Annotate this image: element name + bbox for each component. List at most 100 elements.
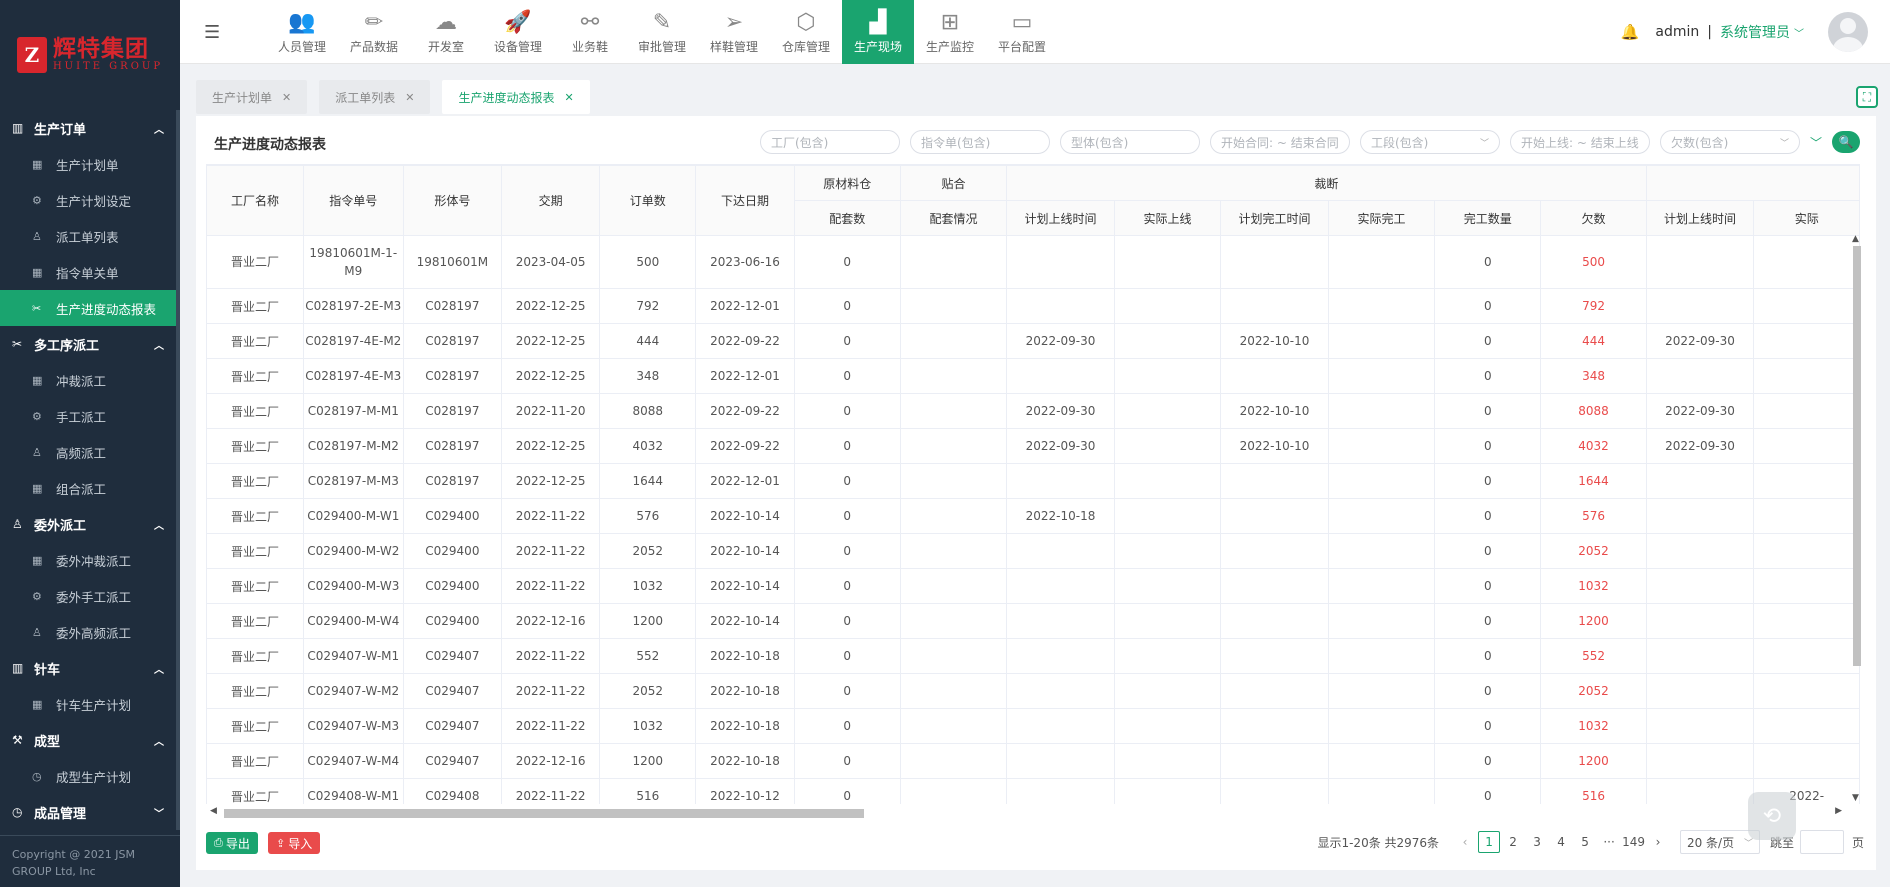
nav-item[interactable]: ⚯ 业务鞋 (554, 0, 626, 64)
nav-item[interactable]: ⬡ 仓库管理 (770, 0, 842, 64)
page-number[interactable]: 4 (1550, 831, 1572, 853)
page-number[interactable]: 149 (1622, 831, 1645, 853)
table-row[interactable]: 晋业二厂 C028197-M-M1 C028197 2022-11-20 8088 202… (206, 393, 1860, 429)
contract-date-range[interactable]: 开始合同: ~ 结束合同 (1209, 130, 1350, 154)
menu-item[interactable]: ▦ 指令单关单 (0, 254, 176, 290)
page-number[interactable]: 5 (1574, 831, 1596, 853)
page-number[interactable]: 3 (1526, 831, 1548, 853)
fullscreen-icon[interactable]: ⛶ (1856, 86, 1878, 108)
table-row[interactable]: 晋业二厂 C029400-M-W4 C029400 2022-12-16 1200 202… (206, 603, 1860, 639)
table-cell: 0 (793, 778, 901, 804)
page-tab[interactable]: 生产进度动态报表 ✕ (442, 80, 590, 114)
header-group-next (1645, 165, 1860, 201)
owed-filter-select[interactable]: 欠数(包含) ﹀ (1659, 130, 1800, 154)
menu-group[interactable]: ◷ 成品管理 ﹀ (0, 794, 176, 830)
menu-toggle-icon[interactable]: ☰ (204, 22, 220, 43)
menu-item[interactable]: ♙ 派工单列表 (0, 218, 176, 254)
export-button[interactable]: ⎙ 导出 (206, 832, 258, 854)
nav-item[interactable]: 🚀 设备管理 (482, 0, 554, 64)
menu-group[interactable]: ▥ 针车 ︿ (0, 650, 176, 686)
table-row[interactable]: 晋业二厂 C028197-M-M2 C028197 2022-12-25 4032 202… (206, 428, 1860, 464)
menu-item[interactable]: ⚙ 委外手工派工 (0, 578, 176, 614)
table-row[interactable]: 晋业二厂 C028197-2E-M3 C028197 2022-12-25 792 202… (206, 288, 1860, 324)
menu-item[interactable]: ✂ 生产进度动态报表 (0, 290, 176, 326)
nav-item[interactable]: ☁ 开发室 (410, 0, 482, 64)
shape-filter-input[interactable]: 型体(包含) (1059, 130, 1200, 154)
bell-icon[interactable]: 🔔 (1621, 23, 1640, 41)
horizontal-scrollbar[interactable]: ◀ ▶ (206, 806, 1846, 820)
chevron-down-icon[interactable]: ﹀ (1794, 25, 1804, 40)
scissors-icon: ✂ (32, 301, 42, 315)
role-dropdown[interactable]: 系统管理员 (1720, 22, 1790, 42)
table-row[interactable]: 晋业二厂 C029400-M-W1 C029400 2022-11-22 576 2022… (206, 498, 1860, 534)
menu-item[interactable]: ⚙ 手工派工 (0, 398, 176, 434)
table-row[interactable]: 晋业二厂 C029407-W-M2 C029407 2022-11-22 2052 202… (206, 673, 1860, 709)
clock-icon: ◷ (12, 805, 23, 819)
menu-item-label: 生产计划设定 (56, 193, 132, 209)
scroll-up-icon: ▲ (1852, 234, 1859, 244)
online-date-range[interactable]: 开始上线: ~ 结束上线 (1509, 130, 1650, 154)
page-number[interactable]: 1 (1478, 831, 1501, 853)
page-number[interactable]: 2 (1502, 831, 1524, 853)
avatar[interactable] (1828, 12, 1868, 52)
nav-item[interactable]: ➢ 样鞋管理 (698, 0, 770, 64)
section-filter-select[interactable]: 工段(包含) ﹀ (1359, 130, 1500, 154)
order-filter-input[interactable]: 指令单(包含) (909, 130, 1050, 154)
table-cell: 晋业二厂 (206, 708, 304, 744)
nav-item[interactable]: ✏ 产品数据 (338, 0, 410, 64)
table-cell (1327, 568, 1436, 604)
table-cell (1753, 323, 1860, 359)
menu-group-label: 委外派工 (34, 518, 87, 534)
page-ellipsis[interactable]: ··· (1598, 831, 1620, 853)
table-cell: C029407-W-M1 (302, 638, 404, 674)
menu-item[interactable]: ◷ 成型生产计划 (0, 758, 176, 794)
nav-item[interactable]: ⊞ 生产监控 (914, 0, 986, 64)
table-row[interactable]: 晋业二厂 C029407-W-M3 C029407 2022-11-22 1032 202… (206, 708, 1860, 744)
sidebar-scrollbar[interactable] (176, 110, 180, 830)
table-row[interactable]: 晋业二厂 C029408-W-M1 C029408 2022-11-22 516 2022… (206, 778, 1860, 804)
page-tab[interactable]: 派工单列表 ✕ (319, 80, 431, 114)
nav-item[interactable]: 👥 人员管理 (266, 0, 338, 64)
menu-group[interactable]: ♙ 委外派工 ︿ (0, 506, 176, 542)
menu-item[interactable]: ▦ 委外冲裁派工 (0, 542, 176, 578)
table-cell: 0 (793, 323, 901, 359)
import-button[interactable]: ⇪ 导入 (268, 832, 321, 854)
nav-item[interactable]: ▭ 平台配置 (986, 0, 1058, 64)
menu-item[interactable]: ⚙ 生产计划设定 (0, 182, 176, 218)
table-cell: C029408 (402, 778, 503, 804)
menu-group[interactable]: ✂ 多工序派工 ︿ (0, 326, 176, 362)
table-cell (1113, 358, 1222, 394)
table-row[interactable]: 晋业二厂 C029407-W-M1 C029407 2022-11-22 552 2022… (206, 638, 1860, 674)
table-row[interactable]: 晋业二厂 C029407-W-M4 C029407 2022-12-16 1200 202… (206, 743, 1860, 779)
expand-filters-icon[interactable]: ﹀ (1810, 134, 1822, 151)
next-page-icon[interactable]: › (1647, 831, 1669, 853)
menu-item[interactable]: ▦ 针车生产计划 (0, 686, 176, 722)
menu-item[interactable]: ♙ 委外高频派工 (0, 614, 176, 650)
calendar-icon: ▦ (32, 265, 43, 279)
table-row[interactable]: 晋业二厂 C029400-M-W2 C029400 2022-11-22 2052 202… (206, 533, 1860, 569)
prev-page-icon[interactable]: ‹ (1454, 831, 1476, 853)
menu-item[interactable]: ▦ 生产计划单 (0, 146, 176, 182)
nav-item[interactable]: ▟ 生产现场 (842, 0, 914, 64)
vertical-scrollbar[interactable]: ▲ ▼ (1850, 234, 1864, 803)
menu-item[interactable]: ▦ 冲裁派工 (0, 362, 176, 398)
table-row[interactable]: 晋业二厂 19810601M-1-M9 19810601M 2023-04-05 500… (206, 235, 1860, 289)
menu-item[interactable]: ♙ 高频派工 (0, 434, 176, 470)
menu-group[interactable]: ▥ 生产订单 ︿ (0, 110, 176, 146)
goto-page-input[interactable] (1799, 830, 1844, 854)
table-row[interactable]: 晋业二厂 C028197-4E-M2 C028197 2022-12-25 444 202… (206, 323, 1860, 359)
menu-item-label: 组合派工 (56, 481, 107, 497)
table-row[interactable]: 晋业二厂 C029400-M-W3 C029400 2022-11-22 1032 202… (206, 568, 1860, 604)
table-row[interactable]: 晋业二厂 C028197-4E-M3 C028197 2022-12-25 348 202… (206, 358, 1860, 394)
search-button[interactable]: 🔍 (1832, 131, 1860, 153)
menu-item[interactable]: ▦ 组合派工 (0, 470, 176, 506)
close-icon[interactable]: ✕ (564, 91, 573, 104)
table-row[interactable]: 晋业二厂 C028197-M-M3 C028197 2022-12-25 1644 202… (206, 463, 1860, 499)
nav-item[interactable]: ✎ 审批管理 (626, 0, 698, 64)
menu-group[interactable]: ⚒ 成型 ︿ (0, 722, 176, 758)
page-tab[interactable]: 生产计划单 ✕ (196, 80, 308, 114)
close-icon[interactable]: ✕ (405, 91, 414, 104)
factory-filter-input[interactable]: 工厂(包含) (759, 130, 900, 154)
table-cell: C029407-W-M4 (302, 743, 404, 779)
close-icon[interactable]: ✕ (282, 91, 291, 104)
